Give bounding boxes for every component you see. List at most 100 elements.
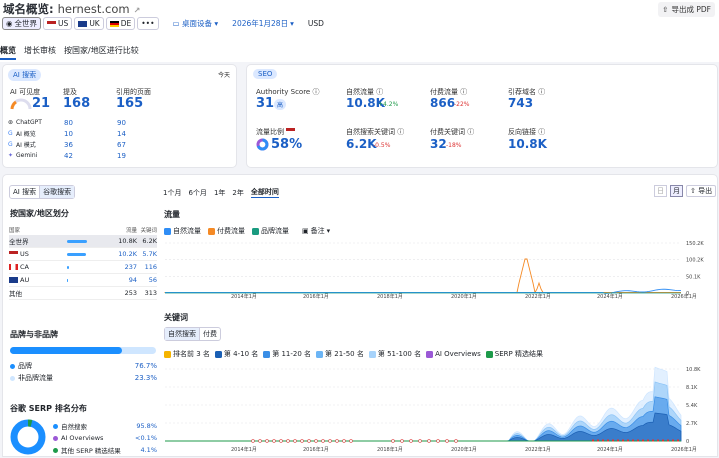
serp-donut-chart bbox=[10, 419, 46, 455]
db-worldwide[interactable]: ◉ 全世界 bbox=[2, 17, 42, 30]
legend-paid[interactable]: 付费流量 bbox=[208, 226, 245, 236]
kw-legend-item[interactable]: 第 51-100 名 bbox=[368, 349, 421, 359]
annotation-marker bbox=[400, 439, 404, 443]
cited-value[interactable]: 165 bbox=[116, 96, 143, 111]
chart-export-button[interactable]: ⇧ 导出 bbox=[686, 185, 717, 197]
annotation-marker bbox=[258, 439, 262, 443]
keywords-chart-title: 关键词 bbox=[164, 313, 188, 322]
seg-google-search[interactable]: 谷歌搜索 bbox=[39, 186, 75, 198]
db-de[interactable]: DE bbox=[105, 17, 136, 30]
upload-icon: ⇧ bbox=[662, 5, 669, 14]
period-2y[interactable]: 2年 bbox=[232, 188, 243, 198]
serp-title: 谷歌 SERP 排名分布 bbox=[10, 404, 87, 413]
notes-dropdown[interactable]: ▣ 备注 ▾ bbox=[302, 226, 330, 236]
export-pdf-button[interactable]: ⇧ 导出成 PDF bbox=[658, 2, 715, 17]
info-icon: ⓘ bbox=[460, 88, 468, 96]
share-donut-icon bbox=[256, 138, 269, 151]
period-6m[interactable]: 6个月 bbox=[188, 188, 206, 198]
device-select[interactable]: ▭ 桌面设备 ▾ bbox=[173, 18, 219, 29]
db-uk[interactable]: UK bbox=[74, 17, 104, 30]
brand-title: 品牌与非品牌 bbox=[10, 330, 58, 339]
date-select[interactable]: 2026年1月28日 bbox=[232, 18, 288, 29]
daily-toggle[interactable]: 日 bbox=[654, 185, 667, 197]
country-row[interactable]: CA 237 116 bbox=[9, 261, 157, 274]
y-tick-label: 50.1K bbox=[686, 274, 701, 280]
x-tick-label: 2020年1月 bbox=[451, 446, 477, 453]
backlinks-value[interactable]: 10.8K bbox=[508, 137, 547, 151]
y-tick-label: 150.2K bbox=[686, 241, 704, 247]
tab-compare[interactable]: 按国家/地区进行比较 bbox=[64, 44, 139, 60]
period-1y[interactable]: 1年 bbox=[214, 188, 225, 198]
annotation-marker bbox=[251, 439, 255, 443]
monthly-toggle[interactable]: 月 bbox=[670, 185, 683, 197]
legend-branded[interactable]: 品牌流量 bbox=[252, 226, 289, 236]
period-1m[interactable]: 1个月 bbox=[163, 188, 181, 198]
seg-paid[interactable]: 付费 bbox=[199, 328, 220, 340]
kw-legend-item[interactable]: SERP 精选结果 bbox=[485, 349, 543, 359]
de-flag-icon bbox=[109, 20, 119, 27]
gemini-icon: ✦ bbox=[8, 152, 14, 159]
google-icon: G bbox=[8, 141, 13, 148]
kw-legend-item[interactable]: 第 4-10 名 bbox=[214, 349, 258, 359]
x-tick-label: 2018年1月 bbox=[377, 293, 403, 299]
country-row[interactable]: 其他 253 313 bbox=[9, 287, 157, 300]
country-row[interactable]: AU 94 56 bbox=[9, 274, 157, 287]
annotation-marker bbox=[314, 439, 318, 443]
organic-keywords-value[interactable]: 6.2K bbox=[346, 137, 377, 151]
external-link-icon[interactable]: ↗ bbox=[134, 6, 141, 15]
paidkw-label: 付费关键词 ⓘ bbox=[430, 128, 475, 136]
tab-growth-audit[interactable]: 增长审核 bbox=[24, 44, 56, 60]
authority-value[interactable]: 31 bbox=[256, 96, 274, 111]
traffic-share-bar bbox=[67, 253, 86, 256]
us-flag-icon bbox=[47, 20, 57, 27]
tab-overview[interactable]: 概览 bbox=[0, 44, 16, 60]
x-tick-label: 2014年1月 bbox=[231, 293, 257, 299]
kw-legend-item[interactable]: 排名前 3 名 bbox=[164, 349, 210, 359]
traffic-chart[interactable]: 150.2K100.2K50.1K02014年1月 2016年1月 2018年1月 2… bbox=[163, 241, 717, 299]
share-value[interactable]: 58% bbox=[271, 137, 302, 152]
ai-badge: AI 搜索 bbox=[8, 69, 42, 81]
period-all[interactable]: 全部时间 bbox=[250, 187, 279, 198]
traffic-legend: 自然流量 付费流量 品牌流量 ▣ 备注 ▾ bbox=[164, 226, 330, 236]
domain-name: hernest.com bbox=[57, 2, 130, 16]
brand-bar bbox=[10, 347, 156, 354]
table-header: 国家 流量 关键词 bbox=[9, 228, 157, 234]
brand-row: 品牌 76.7% bbox=[10, 361, 157, 371]
annotation-marker bbox=[349, 439, 353, 443]
paid-delta: -22% bbox=[454, 101, 470, 108]
keywords-chart[interactable]: 10.8K 8.1K 5.4K 2.7K 0 2014年1月 2016年1月 2018年1月 2… bbox=[163, 365, 717, 458]
x-tick-label: 2024年1月 bbox=[597, 293, 623, 299]
globe-icon: ◉ bbox=[6, 19, 13, 28]
tab-bar: 概览 增长审核 按国家/地区进行比较 bbox=[0, 44, 139, 60]
authority-tag: 高 bbox=[274, 99, 287, 110]
list-item: G AI 概览 10 14 bbox=[8, 129, 126, 139]
y-tick-label: 100.2K bbox=[686, 258, 704, 264]
x-tick-label: 2016年1月 bbox=[303, 293, 329, 299]
paid-traffic-value[interactable]: 866 bbox=[430, 96, 455, 110]
visibility-gauge-icon bbox=[10, 98, 32, 110]
paid-keywords-value[interactable]: 32 bbox=[430, 137, 447, 151]
legend-organic[interactable]: 自然流量 bbox=[164, 226, 201, 236]
kw-legend-item[interactable]: 第 21-50 名 bbox=[316, 349, 364, 359]
annotation-marker bbox=[279, 439, 283, 443]
backlinks-label: 反向链接 ⓘ bbox=[508, 128, 546, 136]
kw-legend-item[interactable]: 第 11-20 名 bbox=[263, 349, 311, 359]
country-row[interactable]: US 10.2K 5.7K bbox=[9, 248, 157, 261]
kw-legend-item[interactable]: AI Overviews bbox=[426, 350, 481, 358]
seg-ai-search[interactable]: AI 搜索 bbox=[10, 186, 39, 198]
seg-organic[interactable]: 自然搜索 bbox=[165, 328, 199, 340]
annotation-marker bbox=[627, 439, 629, 442]
db-us[interactable]: US bbox=[43, 17, 73, 30]
annotation-marker bbox=[409, 439, 413, 443]
y-tick-label: 5.4K bbox=[686, 403, 698, 409]
chart-toolbar: 日 月 ⇧ 导出 bbox=[654, 185, 717, 197]
annotation-marker bbox=[427, 439, 431, 443]
list-item: 其他 SERP 精选结果 4.1% bbox=[53, 444, 157, 456]
refdomains-value[interactable]: 743 bbox=[508, 96, 533, 110]
ai-visibility-value[interactable]: 21 bbox=[32, 96, 50, 111]
mentions-value[interactable]: 168 bbox=[63, 96, 90, 111]
more-button[interactable]: ••• bbox=[137, 17, 159, 30]
country-row[interactable]: 全世界 10.8K 6.2K bbox=[9, 235, 157, 248]
seo-badge: SEO bbox=[253, 69, 278, 79]
info-icon: ⓘ bbox=[538, 128, 546, 136]
